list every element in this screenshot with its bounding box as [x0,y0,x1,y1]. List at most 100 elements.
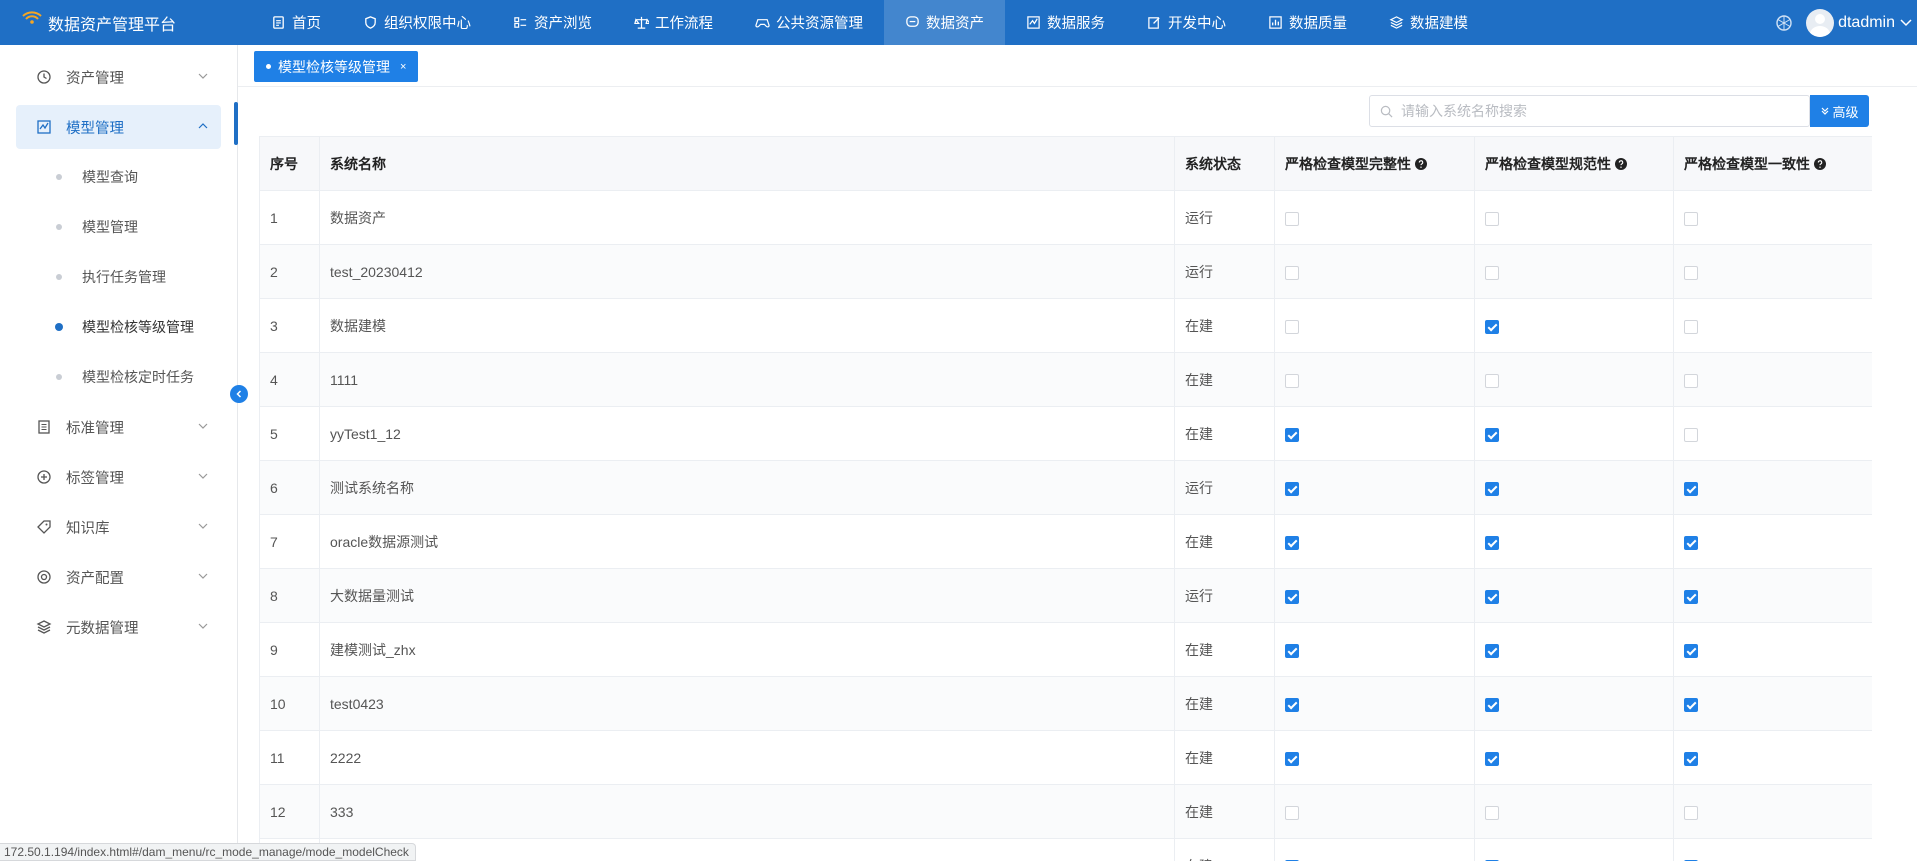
sidebar-item-label: 模型管理 [66,120,124,137]
help-icon[interactable] [1615,157,1627,170]
checkbox[interactable] [1485,643,1499,658]
sidebar-item-asset-config[interactable]: 资产配置 [16,555,221,599]
chevron-down-icon[interactable] [1899,16,1913,30]
username[interactable]: dtadmin [1838,14,1895,32]
cell-no: 5 [259,406,320,461]
nav-asset-browse[interactable]: 资产浏览 [492,0,613,45]
checkbox[interactable] [1285,805,1299,820]
checkbox[interactable] [1285,751,1299,766]
nav-home[interactable]: 首页 [250,0,342,45]
col-header-no: 序号 [259,136,320,191]
checkbox[interactable] [1485,805,1499,820]
cell-no: 11 [259,730,320,785]
checkbox[interactable] [1285,697,1299,712]
table-row: 1 数据资产 运行 [259,190,1872,245]
checkbox[interactable] [1485,535,1499,550]
nav-dev-center[interactable]: 开发中心 [1126,0,1247,45]
search-input[interactable] [1401,103,1781,119]
avatar[interactable] [1806,8,1835,37]
sidebar-collapse-button[interactable] [230,385,248,403]
tab-check-level[interactable]: 模型检核等级管理 × [254,51,419,82]
cell-no: 10 [259,676,320,731]
checkbox[interactable] [1684,427,1698,442]
submenu-item-task-management[interactable]: 执行任务管理 [16,255,221,299]
help-icon[interactable] [1415,157,1427,170]
submenu-item-model-query[interactable]: 模型查询 [16,155,221,199]
cell-consistency [1673,352,1872,407]
checkbox[interactable] [1684,697,1698,712]
checkbox[interactable] [1684,643,1698,658]
checkbox[interactable] [1485,697,1499,712]
sidebar-item-asset-management[interactable]: 资产管理 [16,55,221,99]
cell-consistency [1673,838,1872,861]
search-icon [1380,105,1393,117]
checkbox[interactable] [1285,373,1299,388]
cell-system-name: 2222 [319,730,1175,785]
brand[interactable]: 数据资产管理平台 [0,0,250,45]
double-chevron-down-icon [1822,107,1829,115]
sidebar-item-metadata-management[interactable]: 元数据管理 [16,605,221,649]
chevron-down-icon [198,573,208,579]
cell-no: 8 [259,568,320,623]
checkbox[interactable] [1285,265,1299,280]
checkbox[interactable] [1684,265,1698,280]
nav-label: 资产浏览 [534,16,592,32]
checkbox[interactable] [1285,481,1299,496]
checkbox[interactable] [1485,373,1499,388]
openai-icon[interactable] [1774,13,1794,33]
checkbox[interactable] [1684,589,1698,604]
checkbox[interactable] [1684,373,1698,388]
sidebar-item-model-management[interactable]: 模型管理 [16,105,221,149]
checkbox[interactable] [1285,211,1299,226]
cell-standard [1474,190,1674,245]
nav-data-asset[interactable]: 数据资产 [884,0,1005,45]
checkbox[interactable] [1684,319,1698,334]
checkbox[interactable] [1485,211,1499,226]
nav-label: 开发中心 [1168,16,1226,32]
sidebar-item-label: 元数据管理 [66,620,139,637]
checkbox[interactable] [1485,427,1499,442]
checkbox[interactable] [1684,805,1698,820]
checkbox[interactable] [1684,211,1698,226]
cell-system-name: oracle数据源测试 [319,514,1175,569]
checkbox[interactable] [1485,751,1499,766]
cell-system-name: 建模测试_zhx [319,622,1175,677]
cell-no: 2 [259,244,320,299]
close-icon[interactable]: × [400,61,406,73]
advanced-search-button[interactable]: 高级 [1810,95,1869,127]
table-body: 1 数据资产 运行 2 test_20230412 运行 3 数据建模 在建 4 1111 在建 5 yy… [259,190,1872,861]
nav-public-resource[interactable]: 公共资源管理 [734,0,884,45]
table-header-row: 序号 系统名称 系统状态 严格检查模型完整性 严格检查模型规范性 严格检查模型一… [259,136,1872,191]
submenu-item-check-level[interactable]: 模型检核等级管理 [16,305,221,349]
cell-standard [1474,730,1674,785]
checkbox[interactable] [1485,589,1499,604]
nav-data-service[interactable]: 数据服务 [1005,0,1126,45]
checkbox[interactable] [1285,427,1299,442]
bullet-dot [56,374,62,380]
col-header-completeness: 严格检查模型完整性 [1274,136,1475,191]
cell-consistency [1673,406,1872,461]
sidebar-item-tag-management[interactable]: 标签管理 [16,455,221,499]
submenu-item-model-management[interactable]: 模型管理 [16,205,221,249]
submenu-item-check-schedule[interactable]: 模型检核定时任务 [16,355,221,399]
checkbox[interactable] [1285,589,1299,604]
checkbox[interactable] [1285,535,1299,550]
checkbox[interactable] [1684,481,1698,496]
sidebar-item-standard-management[interactable]: 标准管理 [16,405,221,449]
checkbox[interactable] [1485,319,1499,334]
checkbox[interactable] [1684,535,1698,550]
nav-workflow[interactable]: 工作流程 [613,0,734,45]
help-icon[interactable] [1814,157,1826,170]
checkbox[interactable] [1485,481,1499,496]
cell-completeness [1274,190,1475,245]
col-header-standard: 严格检查模型规范性 [1474,136,1674,191]
sidebar-item-knowledge-base[interactable]: 知识库 [16,505,221,549]
checkbox[interactable] [1684,751,1698,766]
nav-data-modeling[interactable]: 数据建模 [1368,0,1489,45]
nav-org-permission[interactable]: 组织权限中心 [342,0,492,45]
nav-data-quality[interactable]: 数据质量 [1247,0,1368,45]
checkbox[interactable] [1285,643,1299,658]
checkbox[interactable] [1485,265,1499,280]
system-table: 序号 系统名称 系统状态 严格检查模型完整性 严格检查模型规范性 严格检查模型一… [259,136,1872,861]
checkbox[interactable] [1285,319,1299,334]
